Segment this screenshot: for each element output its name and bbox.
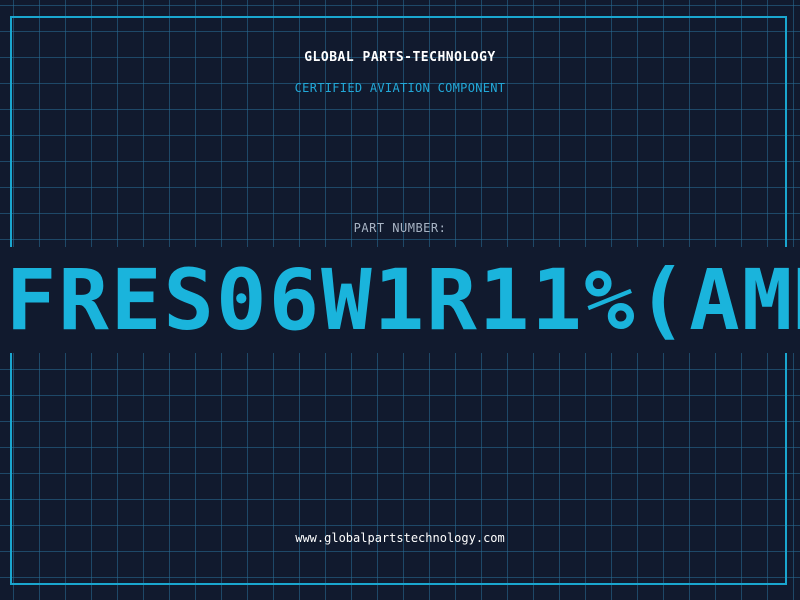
part-card: GLOBAL PARTS-TECHNOLOGY CERTIFIED AVIATI… [0, 0, 800, 600]
part-number-value: M/FRES06W1R11%(AMMO [0, 251, 800, 349]
part-number-band: M/FRES06W1R11%(AMMO [0, 247, 800, 353]
brand-subtitle: CERTIFIED AVIATION COMPONENT [294, 81, 506, 95]
part-number-label: PART NUMBER: [353, 221, 447, 235]
brand-title: GLOBAL PARTS-TECHNOLOGY [304, 50, 496, 65]
website-url[interactable]: www.globalpartstechnology.com [0, 531, 800, 545]
